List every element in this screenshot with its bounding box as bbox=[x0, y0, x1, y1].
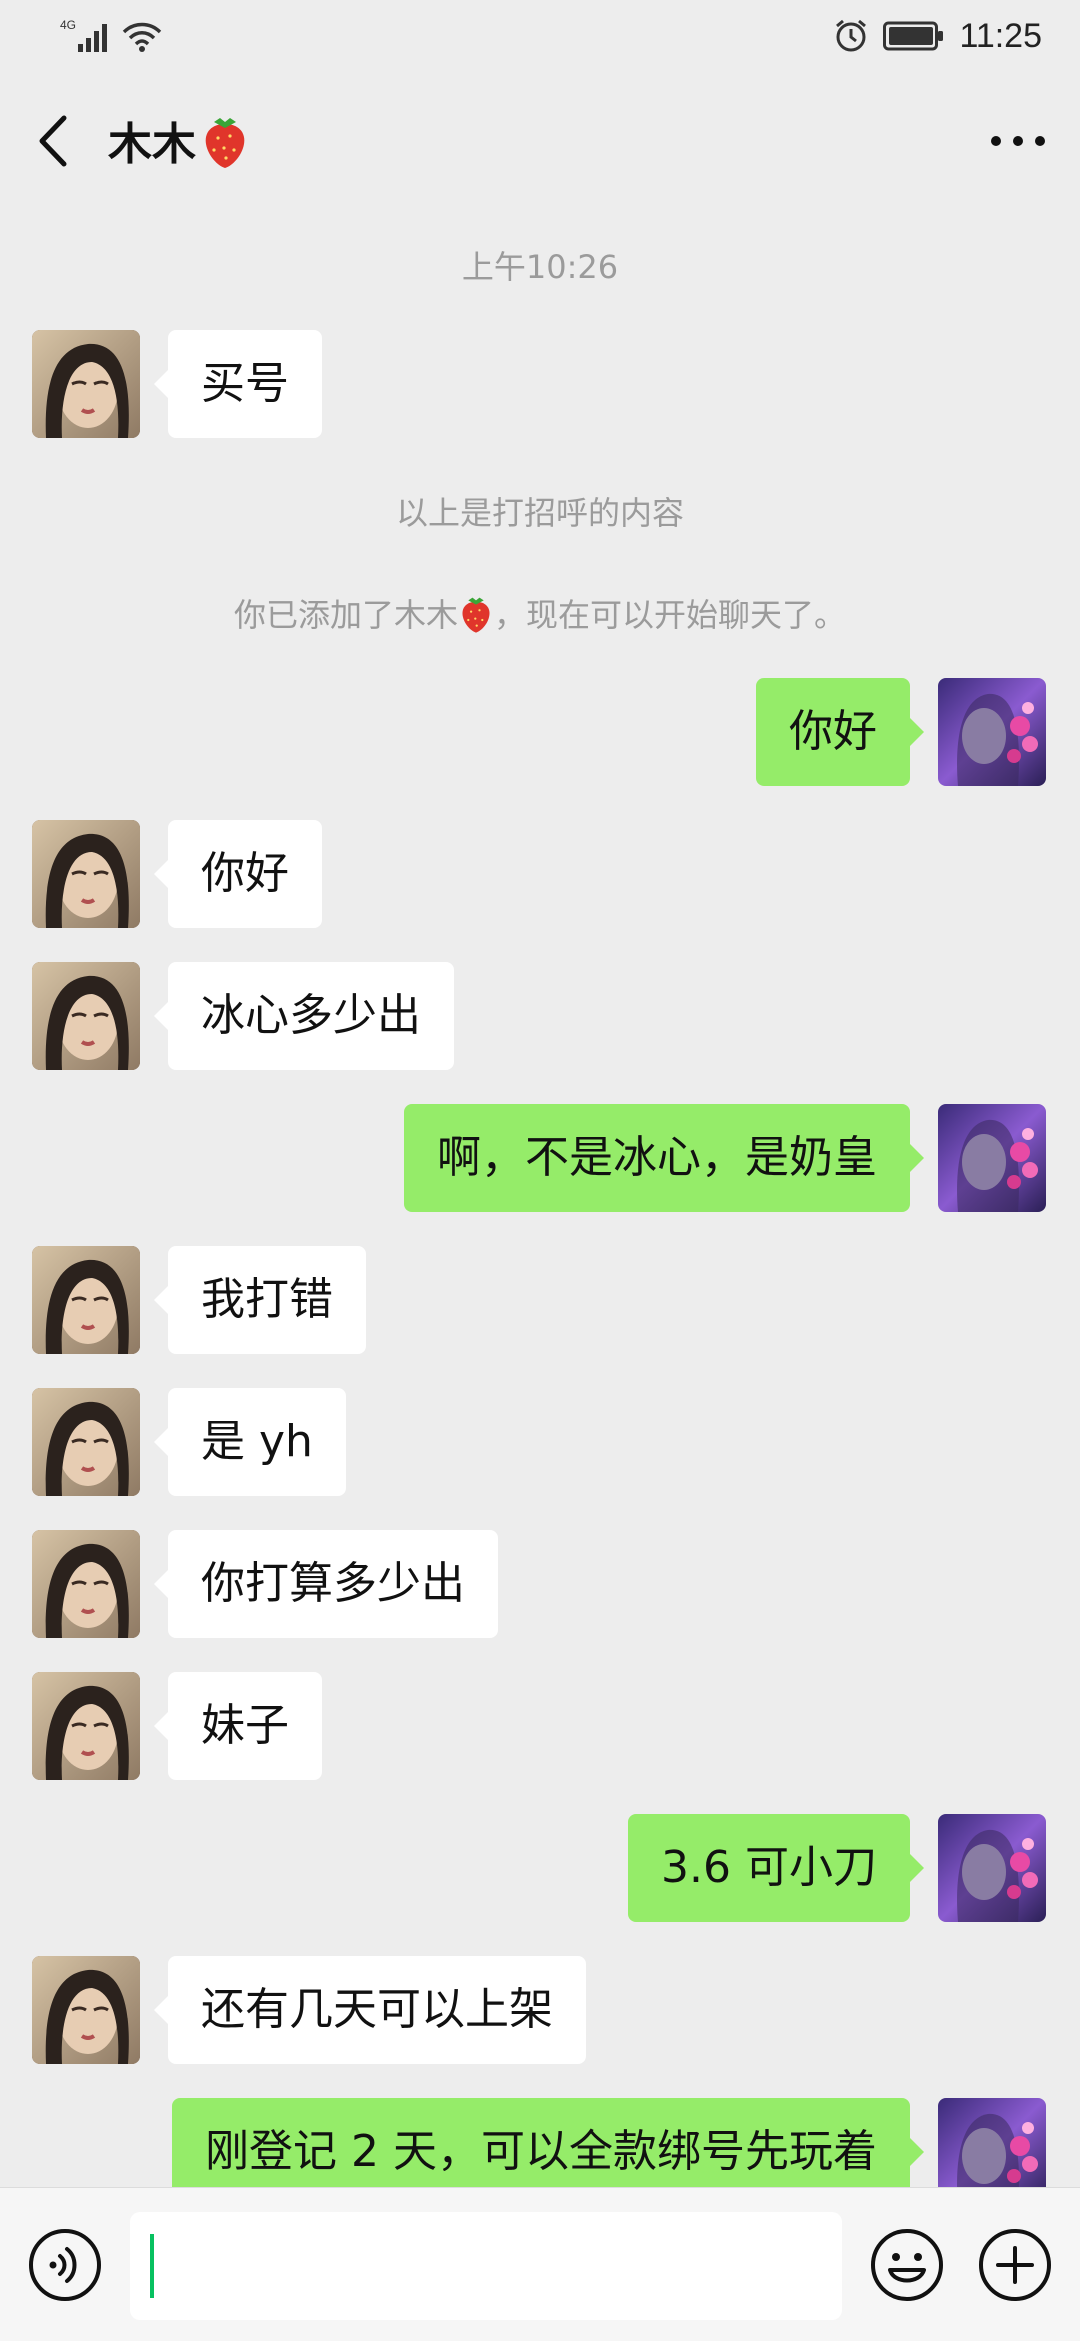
contact-avatar[interactable] bbox=[32, 1246, 140, 1354]
friend-added-notice: 你已添加了木木 ，现在可以开始聊天了。 bbox=[0, 590, 1080, 636]
more-icon[interactable] bbox=[986, 110, 1050, 172]
contact-avatar[interactable] bbox=[32, 1388, 140, 1496]
incoming-message[interactable]: 你好 bbox=[154, 820, 322, 928]
incoming-message[interactable]: 买号 bbox=[154, 330, 322, 438]
contact-name: 木木 bbox=[108, 119, 196, 170]
strawberry-icon bbox=[205, 118, 245, 168]
incoming-message[interactable]: 还有几天可以上架 bbox=[154, 1956, 586, 2064]
my-avatar[interactable] bbox=[938, 1814, 1046, 1922]
friend-added-suffix: ，现在可以开始聊天了。 bbox=[494, 596, 847, 634]
friend-added-prefix: 你已添加了木木 bbox=[233, 596, 458, 634]
signal-icon: 4G bbox=[60, 18, 107, 52]
text-caret bbox=[150, 2234, 154, 2298]
outgoing-message[interactable]: 啊，不是冰心，是奶皇 bbox=[404, 1104, 924, 1212]
message-input[interactable] bbox=[130, 2212, 842, 2320]
incoming-message[interactable]: 冰心多少出 bbox=[154, 962, 454, 1070]
contact-avatar[interactable] bbox=[32, 330, 140, 438]
chevron-left-icon[interactable] bbox=[30, 110, 78, 172]
contact-avatar[interactable] bbox=[32, 820, 140, 928]
greeting-notice: 以上是打招呼的内容 bbox=[395, 494, 684, 532]
emoji-icon[interactable] bbox=[868, 2226, 946, 2304]
incoming-message[interactable]: 我打错 bbox=[154, 1246, 366, 1354]
chat-header: 木木 bbox=[0, 80, 1080, 205]
voice-icon[interactable] bbox=[26, 2226, 104, 2304]
alarm-icon bbox=[836, 19, 867, 52]
contact-avatar[interactable] bbox=[32, 1956, 140, 2064]
contact-avatar[interactable] bbox=[32, 1672, 140, 1780]
contact-avatar[interactable] bbox=[32, 962, 140, 1070]
outgoing-message[interactable]: 你好 bbox=[756, 678, 924, 786]
status-bar: 4G 11:25 bbox=[0, 0, 1080, 72]
incoming-message[interactable]: 你打算多少出 bbox=[154, 1530, 498, 1638]
svg-text:4G: 4G bbox=[60, 18, 76, 32]
outgoing-message[interactable]: 3.6 可小刀 bbox=[628, 1814, 924, 1922]
plus-icon[interactable] bbox=[976, 2226, 1054, 2304]
message-timestamp: 上午10:26 bbox=[461, 248, 619, 286]
clock: 11:25 bbox=[959, 16, 1042, 55]
contact-avatar[interactable] bbox=[32, 1530, 140, 1638]
incoming-message[interactable]: 是 yh bbox=[154, 1388, 346, 1496]
input-bar bbox=[0, 2187, 1080, 2341]
my-avatar[interactable] bbox=[938, 678, 1046, 786]
chat-title[interactable]: 木木 bbox=[108, 108, 250, 172]
wifi-icon bbox=[122, 22, 162, 52]
strawberry-icon bbox=[462, 597, 490, 633]
incoming-message[interactable]: 妹子 bbox=[154, 1672, 322, 1780]
battery-icon bbox=[883, 21, 944, 51]
my-avatar[interactable] bbox=[938, 1104, 1046, 1212]
